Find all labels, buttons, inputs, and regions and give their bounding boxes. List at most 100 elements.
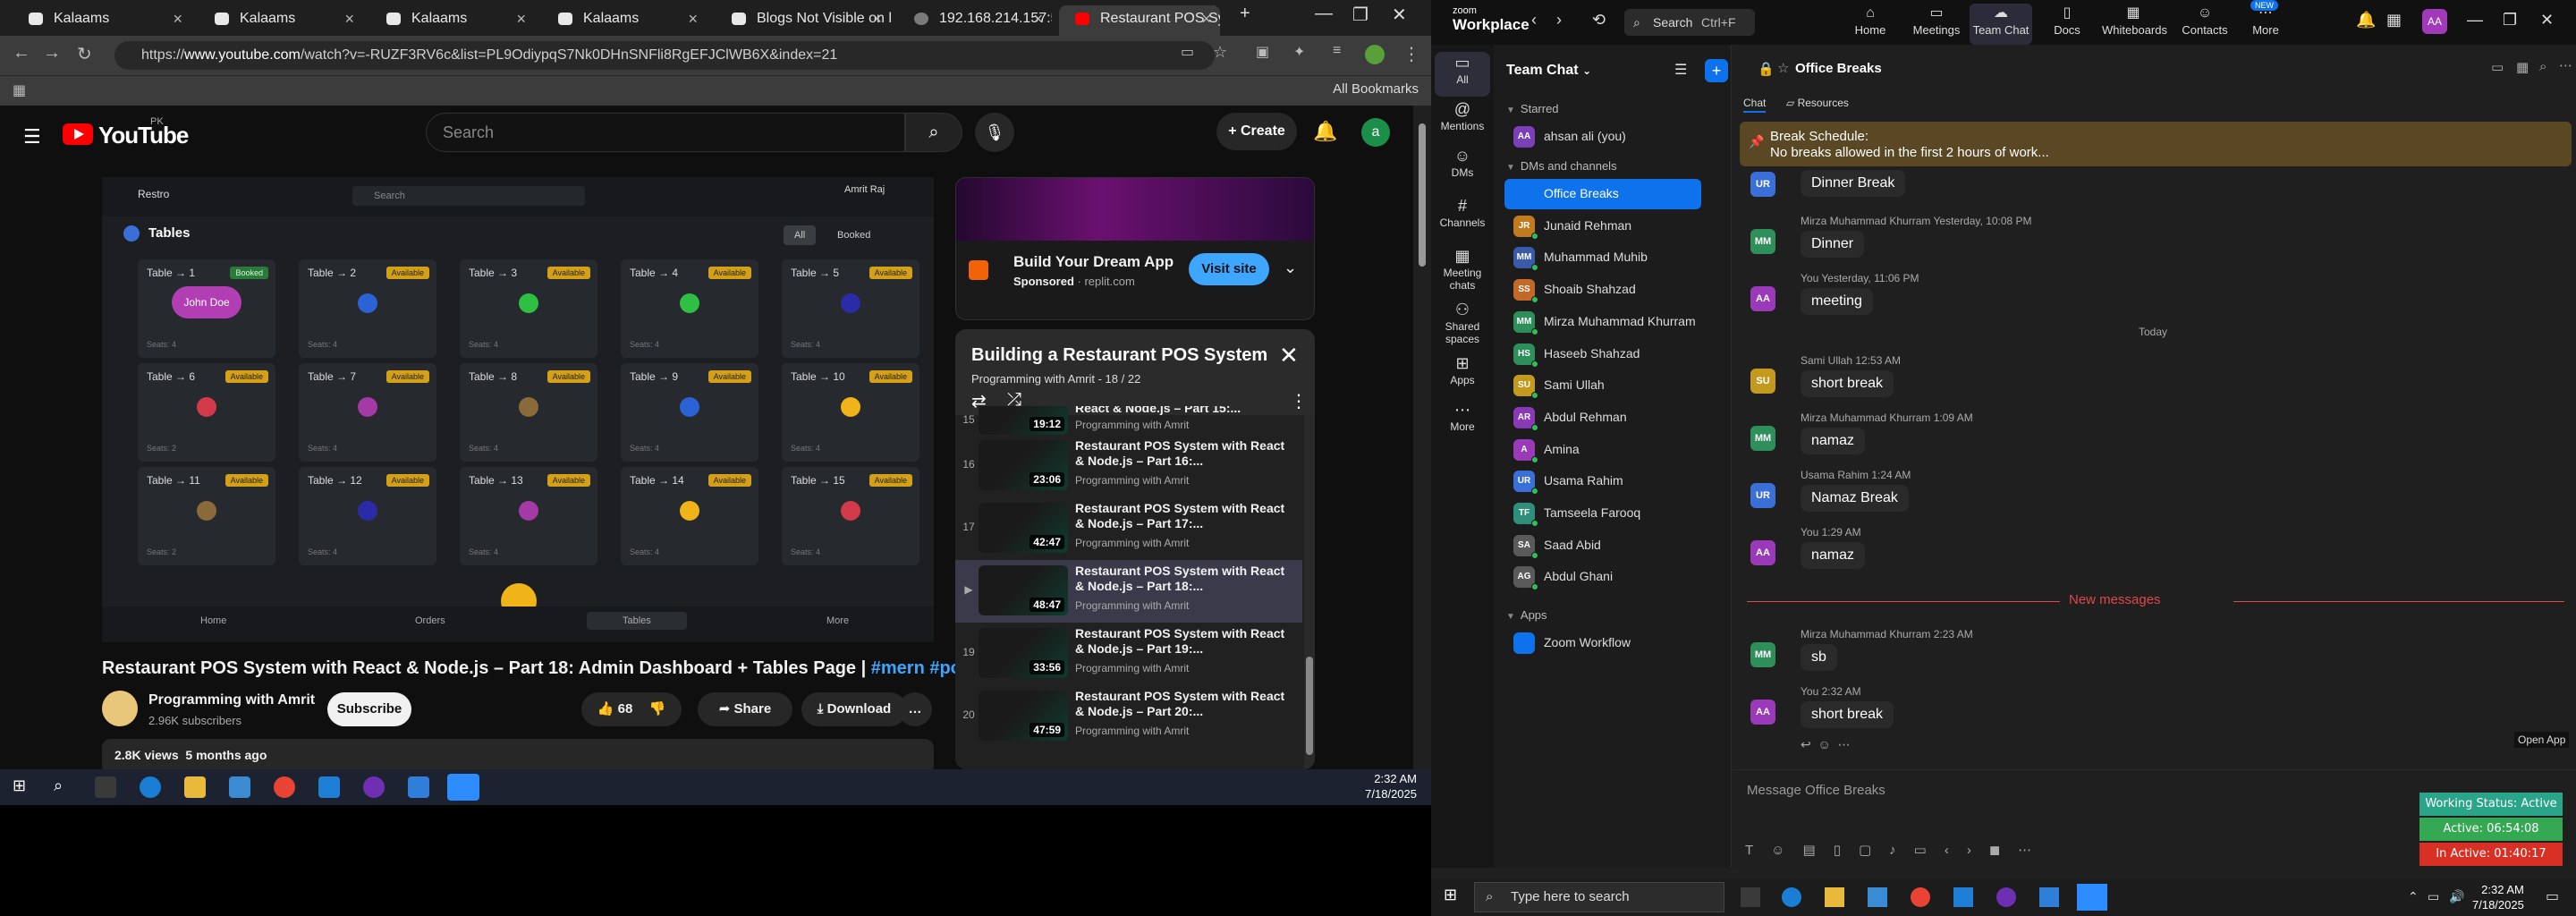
zoom-nav-meetings[interactable]: ▭ Meetings: [1905, 4, 1968, 45]
chat-message[interactable]: SU Sami Ullah 12:53 AM short break: [1733, 351, 2573, 408]
maximize-icon[interactable]: ❐: [1352, 4, 1368, 26]
zoom-nav-home[interactable]: ⌂ Home: [1839, 4, 1902, 45]
zoom-nav-contacts[interactable]: ☺ Contacts: [2174, 4, 2236, 45]
chat-item[interactable]: A Amina: [1504, 435, 1701, 465]
video-message-icon[interactable]: ▭: [1914, 843, 1945, 858]
screenshot-icon[interactable]: ▢: [1859, 843, 1889, 858]
emoji-icon[interactable]: ☺: [1771, 843, 1802, 858]
video-player[interactable]: Restro Search Amrit Raj Tables All Booke…: [102, 177, 934, 642]
extension-icon[interactable]: ▣: [1256, 43, 1269, 61]
notification-center-icon[interactable]: ▭: [2546, 887, 2559, 905]
zoom-nav-docs[interactable]: ▯ Docs: [2036, 4, 2098, 45]
chrome-icon[interactable]: [1911, 887, 1930, 907]
calendar-icon[interactable]: ▦: [2386, 11, 2402, 30]
browser-tab[interactable]: Kalaams ×: [370, 5, 535, 36]
menu-icon[interactable]: ☰: [23, 125, 41, 148]
rail-dms[interactable]: ☺ DMs: [1435, 145, 1490, 190]
section-dms-channels[interactable]: ▼ DMs and channels: [1506, 159, 1617, 173]
video-icon[interactable]: ▭: [2491, 59, 2504, 75]
maximize-icon[interactable]: ❐: [2503, 11, 2517, 30]
zoom-avatar[interactable]: AA: [2422, 9, 2447, 34]
bookmark-star-icon[interactable]: ☆: [1213, 43, 1227, 62]
close-icon[interactable]: ✕: [1279, 342, 1299, 369]
vscode-blue-icon[interactable]: [318, 776, 340, 798]
message-avatar[interactable]: AA: [1750, 540, 1775, 565]
task-view-icon[interactable]: [95, 776, 116, 798]
edge-icon[interactable]: [140, 776, 161, 798]
task-view-icon[interactable]: [1741, 887, 1760, 907]
windows-start-icon[interactable]: ⊞: [13, 776, 34, 798]
puzzle-icon[interactable]: ✦: [1293, 43, 1305, 61]
volume-icon[interactable]: 🔊: [2449, 889, 2464, 904]
app-icon[interactable]: ◼: [1989, 843, 2018, 858]
edge-icon[interactable]: [1782, 887, 1801, 907]
tab-chat[interactable]: Chat: [1743, 97, 1767, 113]
profile-avatar[interactable]: [1365, 45, 1385, 64]
voice-search-button[interactable]: 🎙: [975, 113, 1014, 152]
chevron-down-icon[interactable]: ⌄: [1284, 259, 1297, 277]
search-button[interactable]: ⌕: [905, 113, 962, 152]
taskbar-search-input[interactable]: ⌕ Type here to search: [1474, 882, 1724, 912]
chat-item[interactable]: JR Junaid Rehman: [1504, 211, 1701, 242]
message-avatar[interactable]: AA: [1750, 286, 1775, 311]
ad-banner-image[interactable]: [956, 178, 1314, 241]
rail-mentions[interactable]: @ Mentions: [1435, 98, 1490, 143]
rail-apps[interactable]: ⊞ Apps: [1435, 352, 1490, 397]
calendar-icon[interactable]: ▦: [2516, 59, 2529, 75]
format-icon[interactable]: T: [1745, 843, 1771, 858]
chat-item-zoom-workflow[interactable]: Zoom Workflow: [1504, 628, 1701, 658]
file-explorer-icon[interactable]: [184, 776, 206, 798]
chat-item-self[interactable]: AA ahsan ali (you): [1504, 122, 1701, 152]
youtube-brand[interactable]: YouTube: [98, 122, 189, 149]
history-icon[interactable]: ⟲: [1592, 11, 1606, 30]
youtube-logo-icon[interactable]: [63, 123, 93, 145]
rail-shared-spaces[interactable]: ⚇ Shared spaces: [1435, 299, 1490, 349]
open-app-button[interactable]: Open App: [2514, 732, 2570, 748]
close-tab-icon[interactable]: ×: [1033, 5, 1043, 32]
page-scrollbar[interactable]: [1413, 106, 1431, 769]
chat-item[interactable]: UR Usama Rahim: [1504, 466, 1701, 496]
message-avatar[interactable]: UR: [1750, 172, 1775, 197]
reply-icon[interactable]: ↩: [1801, 737, 1811, 751]
network-icon[interactable]: ▭: [2428, 889, 2439, 904]
message-avatar[interactable]: MM: [1750, 642, 1775, 667]
dislike-button[interactable]: 👎: [649, 701, 666, 717]
store-icon[interactable]: [1868, 887, 1887, 907]
playlist-channel[interactable]: Programming with Amrit: [971, 372, 1095, 386]
close-tab-icon[interactable]: ×: [344, 5, 354, 32]
minimize-icon[interactable]: —: [1315, 4, 1333, 24]
page-scroll-thumb[interactable]: [1419, 123, 1426, 267]
chat-item[interactable]: TF Tamseela Farooq: [1504, 498, 1701, 529]
chat-item[interactable]: AG Abdul Ghani: [1504, 562, 1701, 592]
playlist-item[interactable]: 16 23:06 Restaurant POS System with React …: [955, 435, 1302, 497]
chat-message[interactable]: AA You 2:32 AM short break: [1733, 682, 2573, 739]
close-tab-icon[interactable]: ×: [173, 5, 182, 32]
browser-tab[interactable]: Kalaams ×: [542, 5, 707, 36]
chat-item[interactable]: SA Saad Abid: [1504, 530, 1701, 561]
section-starred[interactable]: ▼ Starred: [1506, 102, 1559, 115]
like-button[interactable]: 👍 68: [597, 701, 633, 717]
chat-message[interactable]: AA You Yesterday, 11:06 PM meeting: [1733, 268, 2573, 326]
download-button[interactable]: ⤓ Download: [801, 692, 907, 726]
store-icon[interactable]: [229, 776, 250, 798]
new-tab-icon[interactable]: +: [1240, 4, 1250, 24]
channel-title[interactable]: Office Breaks: [1795, 61, 1882, 76]
close-tab-icon[interactable]: ×: [688, 5, 698, 32]
chat-item[interactable]: MM Muhammad Muhib: [1504, 242, 1701, 273]
chat-item[interactable]: SU Sami Ullah: [1504, 370, 1701, 401]
rail-meeting-chats[interactable]: ▦ Meeting chats: [1435, 245, 1490, 295]
browser-tab[interactable]: Blogs Not Visible on h ×: [716, 5, 891, 36]
zoom-taskbar-icon[interactable]: [447, 774, 479, 801]
channel-avatar[interactable]: [102, 691, 138, 726]
back-icon[interactable]: ←: [13, 43, 30, 64]
playlist-item[interactable]: 19 33:56 Restaurant POS System with React …: [955, 623, 1302, 685]
notifications-bell-icon[interactable]: 🔔: [1313, 120, 1337, 143]
mic-icon[interactable]: ♪: [1889, 843, 1914, 858]
search-icon[interactable]: ⌕: [2539, 59, 2546, 74]
account-avatar[interactable]: a: [1361, 118, 1390, 147]
compose-input[interactable]: Message Office Breaks: [1747, 783, 1885, 798]
chat-item[interactable]: MM Mirza Muhammad Khurram: [1504, 307, 1701, 337]
create-button[interactable]: + Create: [1216, 113, 1297, 150]
chrome-icon[interactable]: [274, 776, 295, 798]
chat-message[interactable]: AA You 1:29 AM namaz: [1733, 522, 2573, 580]
